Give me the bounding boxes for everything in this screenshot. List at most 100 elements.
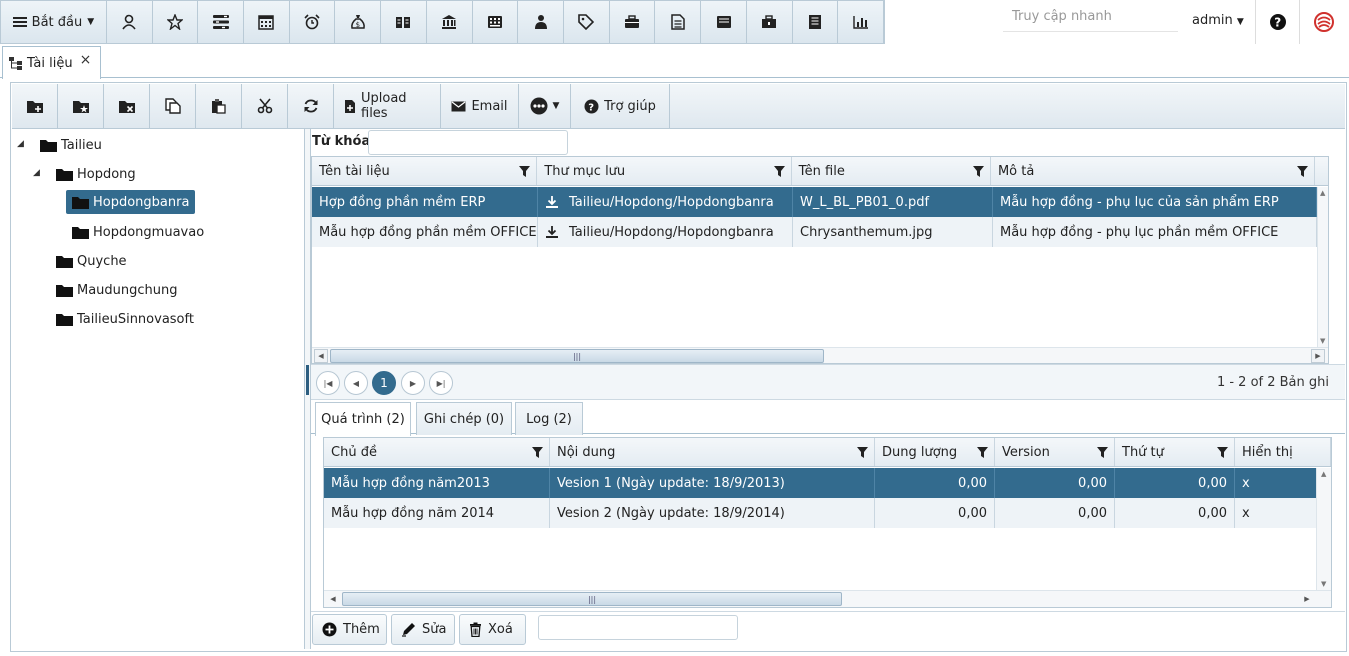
delete-folder-button[interactable] (104, 84, 150, 128)
filter-icon[interactable] (1097, 446, 1108, 458)
download-icon[interactable] (545, 225, 559, 239)
folder-icon (56, 313, 73, 326)
toolbar-book-button[interactable] (381, 1, 427, 43)
tab-documents[interactable]: Tài liệu × (2, 46, 101, 79)
scroll-left-icon[interactable]: ◀ (326, 592, 340, 606)
quick-access-input[interactable]: Truy cập nhanh (1003, 0, 1178, 32)
toolbar-favorite-button[interactable] (153, 1, 199, 43)
horizontal-scrollbar[interactable]: ◀ ||| ▶ (324, 590, 1331, 607)
table-row[interactable]: Mẫu hợp đồng năm 2014 Vesion 2 (Ngày upd… (324, 498, 1316, 528)
cut-button[interactable] (242, 84, 288, 128)
add-button[interactable]: Thêm (312, 614, 387, 645)
last-page-button[interactable]: ▶| (429, 371, 453, 395)
scroll-thumb[interactable]: ||| (330, 349, 824, 363)
column-header-content[interactable]: Nội dung (550, 438, 875, 466)
toolbar-inbox-button[interactable] (701, 1, 747, 43)
edit-button[interactable]: Sửa (391, 614, 455, 645)
help-action-button[interactable]: ? Trợ giúp (571, 84, 670, 128)
tree-node-hopdongmuavao[interactable]: Hopdongmuavao (72, 220, 204, 244)
user-menu[interactable]: admin ▼ (1192, 13, 1244, 28)
column-header-topic[interactable]: Chủ đề (324, 438, 550, 466)
toolbar-alarm-button[interactable] (290, 1, 336, 43)
table-row[interactable]: Mẫu hợp đồng phần mềm OFFICE Tailieu/Hop… (312, 217, 1317, 247)
paste-button[interactable] (196, 84, 242, 128)
scroll-up-icon[interactable]: ▲ (1320, 189, 1325, 197)
filter-icon[interactable] (972, 165, 984, 177)
tree-node-quyche[interactable]: Quyche (56, 249, 127, 273)
scroll-down-icon[interactable]: ▼ (1321, 580, 1326, 588)
toolbar-toolbox-button[interactable] (747, 1, 793, 43)
documents-grid: Tên tài liệu Thư mục lưu Tên file Mô tả … (311, 156, 1329, 364)
copy-button[interactable] (150, 84, 196, 128)
filter-icon[interactable] (857, 446, 868, 458)
toolbar-calendar-button[interactable] (244, 1, 290, 43)
tree-node-maudungchung[interactable]: Maudungchung (56, 278, 178, 302)
filter-icon[interactable] (1217, 446, 1228, 458)
horizontal-scrollbar[interactable]: ◀ ||| ▶ (312, 347, 1328, 363)
more-options-button[interactable]: ▼ (519, 84, 571, 128)
filter-icon[interactable] (773, 165, 785, 177)
folder-star-button[interactable] (58, 84, 104, 128)
scroll-right-icon[interactable]: ▶ (1300, 592, 1314, 606)
table-row[interactable]: Hợp đồng phần mềm ERP Tailieu/Hopdong/Ho… (312, 187, 1317, 217)
start-menu-button[interactable]: Bắt đầu ▼ (1, 1, 107, 43)
trash-icon (469, 622, 482, 637)
scroll-left-icon[interactable]: ◀ (314, 349, 328, 363)
toolbar-person-button[interactable] (518, 1, 564, 43)
tree-node-hopdong[interactable]: Hopdong (56, 162, 136, 186)
table-row[interactable]: Mẫu hợp đồng năm2013 Vesion 1 (Ngày upda… (324, 468, 1316, 498)
tab-log[interactable]: Log (2) (515, 402, 583, 435)
toolbar-notebook-button[interactable] (793, 1, 839, 43)
new-folder-button[interactable] (12, 84, 58, 128)
toolbar-user-button[interactable] (107, 1, 153, 43)
column-header-name[interactable]: Tên tài liệu (312, 157, 538, 185)
vertical-scrollbar[interactable]: ▲ ▼ (1317, 187, 1328, 347)
vertical-scrollbar[interactable]: ▲ ▼ (1316, 468, 1331, 590)
scroll-right-icon[interactable]: ▶ (1311, 349, 1325, 363)
close-tab-icon[interactable]: × (80, 52, 92, 68)
column-header-version[interactable]: Version (995, 438, 1115, 466)
tree-node-hopdongbanra[interactable]: Hopdongbanra (66, 190, 196, 214)
splitter-handle[interactable] (306, 365, 309, 395)
toolbar-document-button[interactable] (655, 1, 702, 43)
toolbar-calculator-button[interactable] (473, 1, 519, 43)
toolbar-chart-button[interactable] (838, 1, 885, 43)
toolbar-bank-button[interactable] (427, 1, 473, 43)
folder-star-icon (72, 98, 90, 114)
email-button[interactable]: Email (441, 84, 519, 128)
upload-files-button[interactable]: Upload files (334, 84, 441, 128)
filter-icon[interactable] (977, 446, 988, 458)
delete-button[interactable]: Xoá (459, 614, 526, 645)
filter-icon[interactable] (1296, 165, 1308, 177)
column-header-file[interactable]: Tên file (792, 157, 991, 185)
download-icon[interactable] (545, 195, 559, 209)
filter-icon[interactable] (532, 446, 543, 458)
keyword-input[interactable] (368, 130, 568, 155)
tab-history[interactable]: Quá trình (2) (315, 402, 411, 436)
filter-icon[interactable] (519, 165, 531, 177)
toolbar-money-button[interactable]: $ (335, 1, 382, 43)
previous-page-button[interactable]: ◀ (344, 371, 368, 395)
help-button[interactable]: ? (1255, 0, 1299, 44)
column-header-show[interactable]: Hiển thị (1235, 438, 1331, 466)
scroll-down-icon[interactable]: ▼ (1320, 337, 1325, 345)
collapse-arrow-icon[interactable]: ◢ (17, 139, 24, 149)
current-page-button[interactable]: 1 (372, 371, 396, 395)
tree-node-tailieusinnovasoft[interactable]: TailieuSinnovasoft (56, 307, 194, 331)
tab-notes[interactable]: Ghi chép (0) (416, 402, 512, 435)
next-page-button[interactable]: ▶ (401, 371, 425, 395)
first-page-button[interactable]: |◀ (316, 371, 340, 395)
scroll-up-icon[interactable]: ▲ (1321, 470, 1326, 478)
tree-node-tailieu[interactable]: Tailieu (40, 133, 102, 157)
column-header-size[interactable]: Dung lượng (875, 438, 995, 466)
column-header-folder[interactable]: Thư mục lưu (537, 157, 792, 185)
history-search-input[interactable] (538, 615, 738, 640)
column-header-description[interactable]: Mô tả (991, 157, 1315, 185)
refresh-button[interactable] (288, 84, 334, 128)
toolbar-tag-button[interactable] (564, 1, 610, 43)
collapse-arrow-icon[interactable]: ◢ (33, 168, 40, 178)
scroll-thumb[interactable]: ||| (342, 592, 842, 606)
column-header-order[interactable]: Thứ tự (1115, 438, 1235, 466)
toolbar-list-button[interactable] (198, 1, 244, 43)
toolbar-briefcase-button[interactable] (610, 1, 656, 43)
